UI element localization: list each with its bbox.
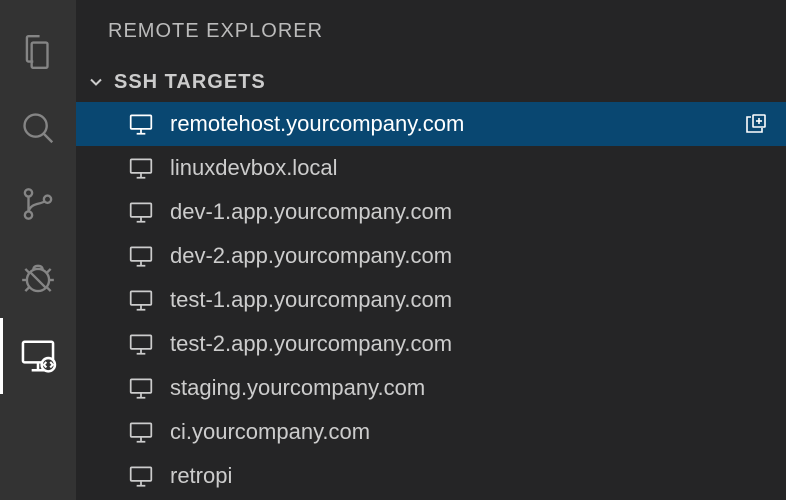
ssh-targets-tree: remotehost.yourcompany.com linuxdevbox.l… [76, 102, 786, 498]
monitor-icon [128, 155, 154, 181]
monitor-icon [128, 199, 154, 225]
monitor-icon [128, 111, 154, 137]
ssh-target-label: test-1.app.yourcompany.com [170, 287, 770, 313]
section-header-label: SSH TARGETS [114, 71, 266, 94]
monitor-icon [128, 463, 154, 489]
open-new-window-icon[interactable] [740, 109, 770, 139]
ssh-target-label: dev-1.app.yourcompany.com [170, 199, 770, 225]
monitor-icon [128, 375, 154, 401]
ssh-target-label: staging.yourcompany.com [170, 375, 770, 401]
ssh-target-item[interactable]: staging.yourcompany.com [76, 366, 786, 410]
ssh-target-item[interactable]: linuxdevbox.local [76, 146, 786, 190]
monitor-icon [128, 243, 154, 269]
ssh-target-item[interactable]: remotehost.yourcompany.com [76, 102, 786, 146]
ssh-target-label: retropi [170, 463, 770, 489]
remote-monitor-icon [19, 337, 57, 375]
activity-remote-explorer[interactable] [0, 318, 76, 394]
activity-explorer[interactable] [0, 14, 76, 90]
ssh-target-item[interactable]: test-1.app.yourcompany.com [76, 278, 786, 322]
ssh-target-item[interactable]: dev-1.app.yourcompany.com [76, 190, 786, 234]
source-control-icon [19, 185, 57, 223]
activity-bar [0, 0, 76, 500]
sidebar-title: REMOTE EXPLORER [76, 0, 786, 62]
bug-icon [19, 261, 57, 299]
sidebar-title-label: REMOTE EXPLORER [108, 20, 323, 43]
section-header-ssh-targets[interactable]: SSH TARGETS [76, 62, 786, 102]
monitor-icon [128, 287, 154, 313]
monitor-icon [128, 331, 154, 357]
ssh-target-label: test-2.app.yourcompany.com [170, 331, 770, 357]
monitor-icon [128, 419, 154, 445]
chevron-down-icon [84, 70, 108, 94]
ssh-target-label: ci.yourcompany.com [170, 419, 770, 445]
ssh-target-label: remotehost.yourcompany.com [170, 111, 724, 137]
sidebar: REMOTE EXPLORER SSH TARGETS remotehost.y… [76, 0, 786, 500]
ssh-target-label: linuxdevbox.local [170, 155, 770, 181]
activity-search[interactable] [0, 90, 76, 166]
ssh-target-item[interactable]: test-2.app.yourcompany.com [76, 322, 786, 366]
ssh-target-item[interactable]: dev-2.app.yourcompany.com [76, 234, 786, 278]
ssh-target-item[interactable]: retropi [76, 454, 786, 498]
ssh-target-label: dev-2.app.yourcompany.com [170, 243, 770, 269]
ssh-target-item[interactable]: ci.yourcompany.com [76, 410, 786, 454]
activity-debug[interactable] [0, 242, 76, 318]
files-icon [19, 33, 57, 71]
activity-source-control[interactable] [0, 166, 76, 242]
search-icon [19, 109, 57, 147]
